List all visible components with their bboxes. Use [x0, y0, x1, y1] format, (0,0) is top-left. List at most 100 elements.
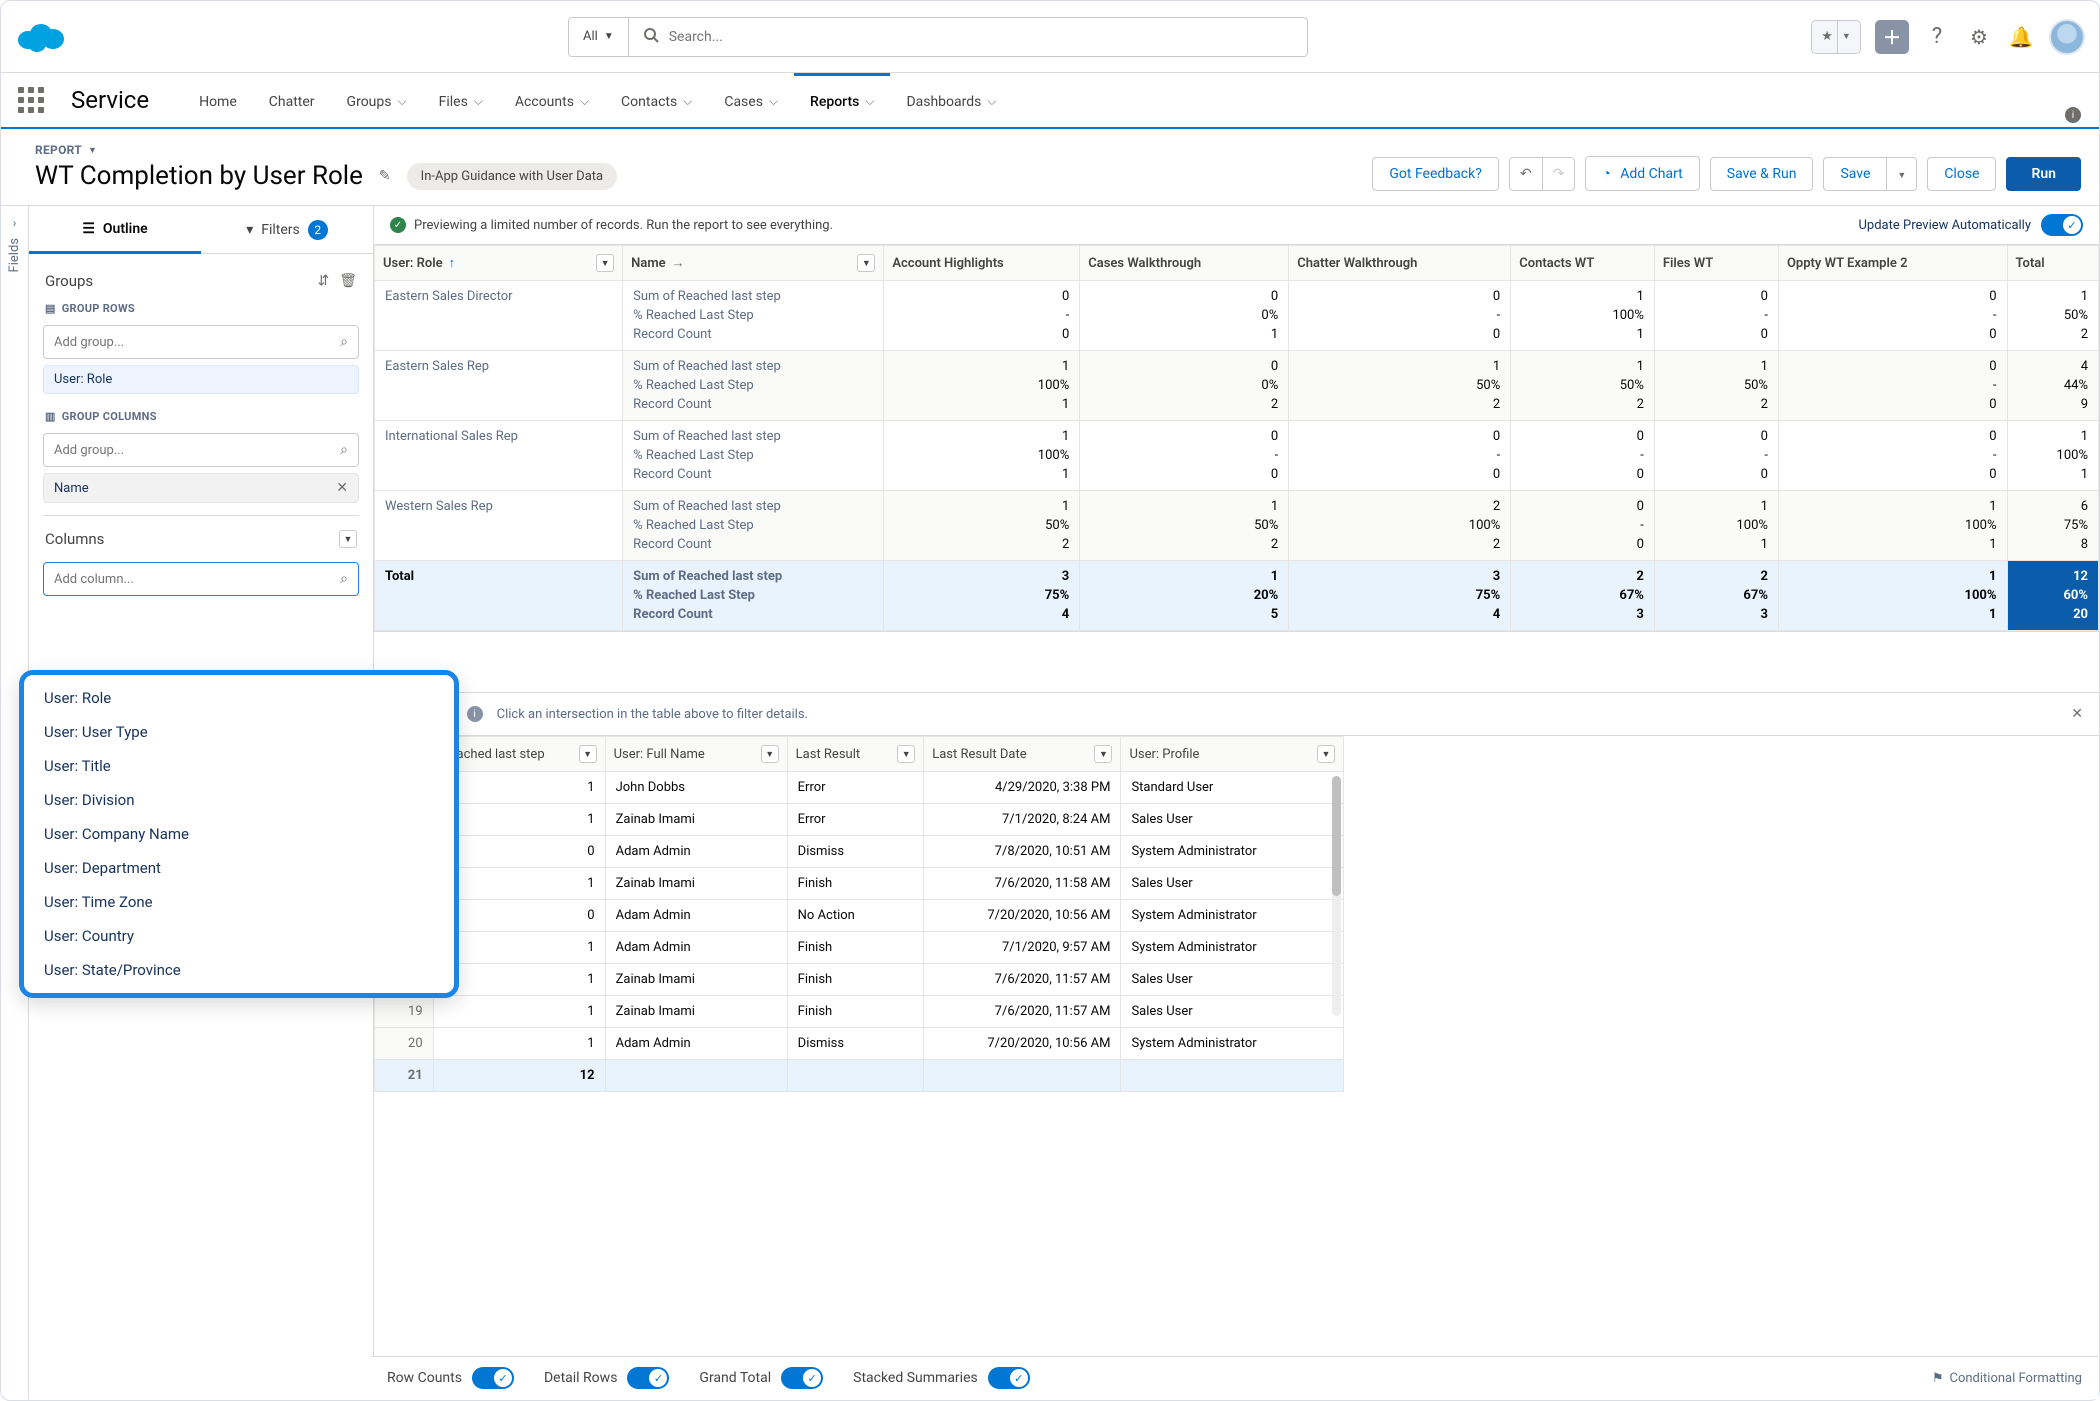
group-rows-input[interactable]: ⌕ [43, 325, 359, 359]
dropdown-item[interactable]: User: User Type [24, 715, 454, 749]
nav-tab-accounts[interactable]: Accounts⌵ [499, 73, 605, 127]
column-header[interactable]: Total [2007, 246, 2099, 281]
detail-row[interactable]: 181Zainab ImamiFinish7/6/2020, 11:57 AMS… [375, 964, 1344, 996]
favorites-button[interactable]: ★ ▼ [1811, 20, 1861, 54]
run-button[interactable]: Run [2006, 157, 2081, 191]
user-avatar[interactable] [2049, 19, 2085, 55]
nav-tab-home[interactable]: Home [183, 73, 253, 127]
detail-row[interactable]: 1Zainab ImamiFinish7/6/2020, 11:58 AMSal… [375, 868, 1344, 900]
detail-row[interactable]: 191Zainab ImamiFinish7/6/2020, 11:57 AMS… [375, 996, 1344, 1028]
detail-row[interactable]: 0Adam AdminDismiss7/8/2020, 10:51 AMSyst… [375, 836, 1344, 868]
chevron-down-icon[interactable]: ⌵ [865, 94, 874, 109]
auto-preview-toggle[interactable]: ✓ [2041, 214, 2083, 236]
notifications-button[interactable]: 🔔 [2007, 23, 2035, 51]
chart-icon: ◔ [1602, 166, 1610, 182]
close-icon[interactable]: ✕ [336, 480, 348, 496]
column-header[interactable]: User: Role↑▼ [375, 246, 623, 281]
delete-icon[interactable]: 🗑 [339, 273, 357, 289]
column-menu-button[interactable]: ▼ [1094, 745, 1112, 763]
search-input-wrap[interactable] [629, 27, 1307, 47]
stacked-summaries-toggle[interactable]: ✓ [988, 1367, 1030, 1389]
chevron-down-icon[interactable]: ⌵ [769, 94, 778, 109]
setup-button[interactable]: ⚙ [1965, 23, 1993, 51]
columns-menu-button[interactable]: ▼ [339, 530, 357, 548]
dropdown-item[interactable]: User: Division [24, 783, 454, 817]
chevron-down-icon[interactable]: ⌵ [474, 94, 483, 109]
group-cols-input[interactable]: ⌕ [43, 433, 359, 467]
column-header[interactable]: Files WT [1654, 246, 1778, 281]
group-cols-pill[interactable]: Name ✕ [43, 473, 359, 503]
detail-row[interactable]: 171Adam AdminFinish7/1/2020, 9:57 AMSyst… [375, 932, 1344, 964]
column-header[interactable]: Cases Walkthrough [1080, 246, 1289, 281]
add-button[interactable]: ＋ [1875, 20, 1909, 54]
swap-icon[interactable]: ⇵ [317, 273, 329, 289]
column-menu-button[interactable]: ▼ [857, 254, 875, 272]
dropdown-item[interactable]: User: Company Name [24, 817, 454, 851]
detail-row[interactable]: 160Adam AdminNo Action7/20/2020, 10:56 A… [375, 900, 1344, 932]
detail-row[interactable]: 1John DobbsError4/29/2020, 3:38 PMStanda… [375, 772, 1344, 804]
row-counts-toggle[interactable]: ✓ [472, 1367, 514, 1389]
group-rows-field[interactable] [54, 335, 340, 350]
chevron-down-icon[interactable]: ⌵ [397, 94, 406, 109]
chevron-down-icon[interactable]: ⌵ [683, 94, 692, 109]
conditional-formatting-button[interactable]: ⚑ Conditional Formatting [1932, 1371, 2082, 1386]
nav-tab-contacts[interactable]: Contacts⌵ [605, 73, 708, 127]
group-rows-pill[interactable]: User: Role [43, 365, 359, 394]
add-column-field[interactable] [54, 572, 340, 587]
detail-row[interactable]: 201Adam AdminDismiss7/20/2020, 10:56 AMS… [375, 1028, 1344, 1060]
nav-tab-dashboards[interactable]: Dashboards⌵ [890, 73, 1012, 127]
scrollbar[interactable] [1332, 776, 1341, 1016]
tab-filters[interactable]: ▾ Filters 2 [201, 206, 373, 254]
dropdown-item[interactable]: User: Time Zone [24, 885, 454, 919]
group-cols-field[interactable] [54, 443, 340, 458]
help-button[interactable]: ? [1923, 23, 1951, 51]
nav-tab-files[interactable]: Files⌵ [423, 73, 499, 127]
chevron-down-icon[interactable]: ⌵ [987, 94, 996, 109]
dropdown-item[interactable]: User: Department [24, 851, 454, 885]
close-button[interactable]: Close [1927, 157, 1996, 191]
column-menu-button[interactable]: ▼ [761, 745, 779, 763]
detail-column-header[interactable]: User: Full Name▼ [605, 737, 787, 772]
edit-icon[interactable]: ✎ [379, 168, 391, 184]
column-header[interactable]: Oppty WT Example 2 [1778, 246, 2007, 281]
got-feedback-button[interactable]: Got Feedback? [1372, 157, 1498, 191]
save-button[interactable]: Save [1823, 157, 1886, 191]
global-search[interactable]: All ▼ [568, 17, 1308, 57]
add-chart-button[interactable]: ◔ Add Chart [1585, 156, 1699, 191]
dropdown-item[interactable]: User: Title [24, 749, 454, 783]
undo-button[interactable]: ↶ [1509, 157, 1542, 191]
detail-column-header[interactable]: Last Result▼ [787, 737, 924, 772]
column-menu-button[interactable]: ▼ [897, 745, 915, 763]
detail-rows-toggle[interactable]: ✓ [627, 1367, 669, 1389]
search-input[interactable] [669, 29, 1293, 45]
column-menu-button[interactable]: ▼ [1317, 745, 1335, 763]
nav-tab-cases[interactable]: Cases⌵ [708, 73, 794, 127]
tab-outline[interactable]: ☰ Outline [29, 206, 201, 254]
app-launcher-icon[interactable] [15, 84, 47, 116]
save-and-run-button[interactable]: Save & Run [1710, 157, 1814, 191]
dropdown-item[interactable]: User: Role [24, 681, 454, 715]
column-header[interactable]: Chatter Walkthrough [1289, 246, 1511, 281]
dropdown-item[interactable]: User: State/Province [24, 953, 454, 987]
column-header[interactable]: Account Highlights [884, 246, 1080, 281]
report-type-label[interactable]: REPORT ▼ [35, 143, 617, 157]
save-menu-button[interactable]: ▼ [1886, 157, 1917, 191]
column-menu-button[interactable]: ▼ [596, 254, 614, 272]
column-menu-button[interactable]: ▼ [579, 745, 597, 763]
nav-tab-reports[interactable]: Reports⌵ [794, 73, 890, 127]
detail-column-header[interactable]: User: Profile▼ [1121, 737, 1344, 772]
nav-tab-groups[interactable]: Groups⌵ [331, 73, 423, 127]
detail-row[interactable]: 1Zainab ImamiError7/1/2020, 8:24 AMSales… [375, 804, 1344, 836]
nav-tab-chatter[interactable]: Chatter [253, 73, 331, 127]
search-scope-select[interactable]: All ▼ [569, 18, 629, 56]
column-header[interactable]: Name→▼ [623, 246, 884, 281]
chevron-down-icon[interactable]: ⌵ [580, 94, 589, 109]
grand-total-toggle[interactable]: ✓ [781, 1367, 823, 1389]
close-icon[interactable]: ✕ [2071, 706, 2083, 722]
redo-button[interactable]: ↷ [1542, 157, 1576, 191]
column-header[interactable]: Contacts WT [1511, 246, 1655, 281]
add-column-input[interactable]: ⌕ [43, 562, 359, 596]
detail-column-header[interactable]: Last Result Date▼ [924, 737, 1121, 772]
dropdown-item[interactable]: User: Country [24, 919, 454, 953]
info-icon[interactable]: i [2065, 107, 2081, 123]
